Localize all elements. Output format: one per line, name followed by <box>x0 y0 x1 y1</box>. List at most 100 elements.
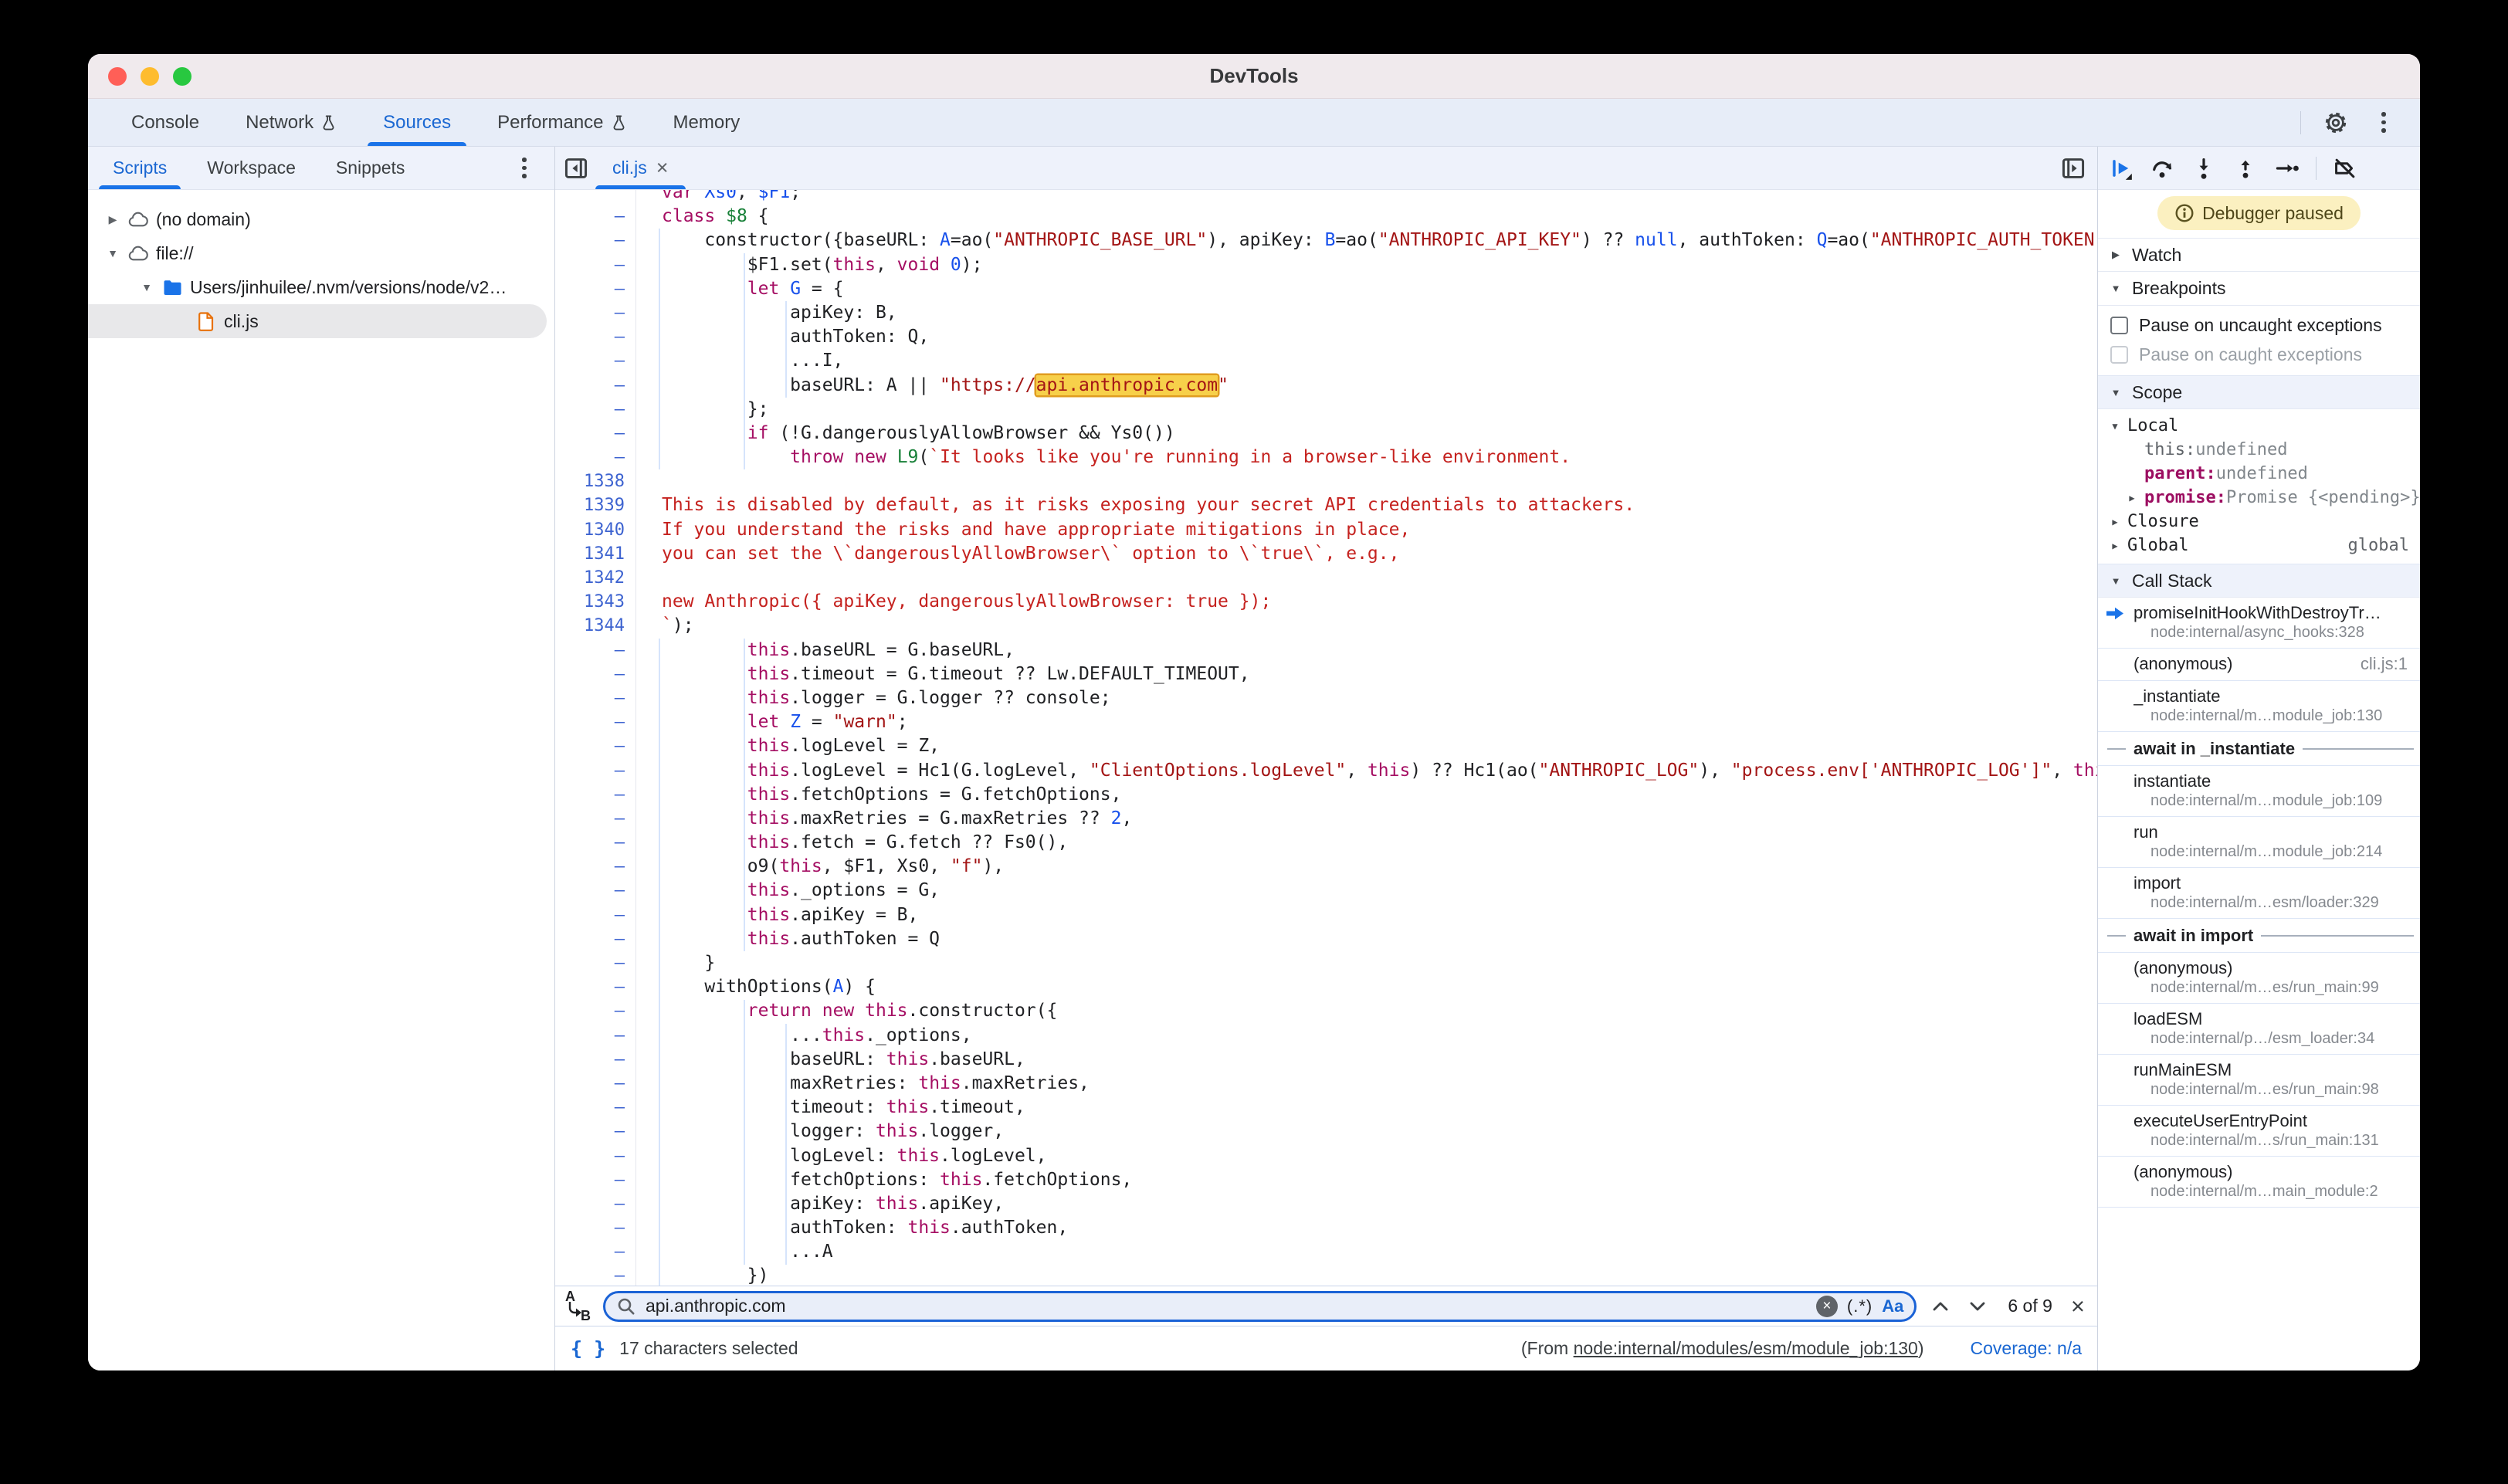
line-gutter[interactable]: – <box>555 1048 635 1072</box>
code-text[interactable]: apiKey: B, <box>635 301 897 325</box>
code-line[interactable]: – constructor({baseURL: A=ao("ANTHROPIC_… <box>555 229 2097 252</box>
line-gutter[interactable]: – <box>555 1096 635 1120</box>
line-gutter[interactable]: – <box>555 734 635 758</box>
code-line[interactable]: 1341you can set the \`dangerouslyAllowBr… <box>555 542 2097 566</box>
line-gutter[interactable]: 1340 <box>555 518 635 542</box>
line-gutter[interactable]: – <box>555 374 635 398</box>
line-gutter[interactable]: – <box>555 1168 635 1192</box>
code-line[interactable]: 1343new Anthropic({ apiKey, dangerouslyA… <box>555 590 2097 614</box>
code-line[interactable]: – this.baseURL = G.baseURL, <box>555 639 2097 662</box>
search-input[interactable] <box>646 1296 1807 1316</box>
code-text[interactable]: `); <box>635 614 694 638</box>
code-line[interactable]: – apiKey: this.apiKey, <box>555 1192 2097 1216</box>
call-stack-frame[interactable]: runnode:internal/m…module_job:214 <box>2098 817 2420 868</box>
line-gutter[interactable]: – <box>555 710 635 734</box>
code-text[interactable]: let Z = "warn"; <box>635 710 908 734</box>
breakpoint-toggle-row[interactable]: Pause on uncaught exceptions <box>2098 310 2420 340</box>
tab-snippets[interactable]: Snippets <box>316 147 425 189</box>
line-gutter[interactable]: – <box>555 783 635 807</box>
code-line[interactable]: – this.fetchOptions = G.fetchOptions, <box>555 783 2097 807</box>
line-gutter[interactable]: 1342 <box>555 566 635 590</box>
section-breakpoints[interactable]: ▼ Breakpoints <box>2098 272 2420 306</box>
line-gutter[interactable]: 1339 <box>555 493 635 517</box>
code-text[interactable]: constructor({baseURL: A=ao("ANTHROPIC_BA… <box>635 229 2097 252</box>
code-text[interactable]: authToken: this.authToken, <box>635 1216 1068 1240</box>
code-text[interactable]: authToken: Q, <box>635 325 929 349</box>
close-tab-icon[interactable]: × <box>656 158 669 178</box>
call-stack-frame[interactable]: promiseInitHookWithDestroyTr…node:intern… <box>2098 598 2420 649</box>
code-line[interactable]: – fetchOptions: this.fetchOptions, <box>555 1168 2097 1192</box>
line-gutter[interactable]: – <box>555 831 635 855</box>
code-line[interactable]: – logger: this.logger, <box>555 1120 2097 1143</box>
zoom-window-button[interactable] <box>173 67 191 86</box>
code-text[interactable] <box>635 469 662 493</box>
tab-network[interactable]: Network <box>222 99 360 146</box>
line-gutter[interactable]: 1343 <box>555 590 635 614</box>
code-text[interactable] <box>635 566 662 590</box>
previous-match-button[interactable] <box>1927 1293 1954 1320</box>
disclosure-arrow-icon[interactable]: ▶ <box>102 213 124 226</box>
code-text[interactable]: withOptions(A) { <box>635 975 876 999</box>
disclosure-arrow-icon[interactable]: ▼ <box>136 281 158 293</box>
line-gutter[interactable]: – <box>555 662 635 686</box>
code-text[interactable]: class $8 { <box>635 205 769 229</box>
line-gutter[interactable]: 1338 <box>555 469 635 493</box>
section-call-stack[interactable]: ▼ Call Stack <box>2098 564 2420 598</box>
line-gutter[interactable]: – <box>555 253 635 277</box>
line-gutter[interactable]: – <box>555 1192 635 1216</box>
code-text[interactable]: o9(this, $F1, Xs0, "f"), <box>635 855 1004 879</box>
line-gutter[interactable] <box>555 190 635 205</box>
code-line[interactable]: 1342 <box>555 566 2097 590</box>
editor-tab-clijs[interactable]: cli.js × <box>594 147 687 189</box>
code-text[interactable]: throw new L9(`It looks like you're runni… <box>635 446 1571 469</box>
code-text[interactable]: this.timeout = G.timeout ?? Lw.DEFAULT_T… <box>635 662 1250 686</box>
code-editor[interactable]: var Xs0, $F1;–class $8 {– constructor({b… <box>555 190 2097 1286</box>
tab-workspace[interactable]: Workspace <box>187 147 316 189</box>
code-line[interactable]: – logLevel: this.logLevel, <box>555 1144 2097 1168</box>
scope-group[interactable]: ▶Closure <box>2098 510 2420 534</box>
code-text[interactable]: If you understand the risks and have app… <box>635 518 1410 542</box>
code-line[interactable]: – authToken: Q, <box>555 325 2097 349</box>
clear-search-button[interactable]: × <box>1816 1296 1838 1317</box>
code-text[interactable]: maxRetries: this.maxRetries, <box>635 1072 1090 1096</box>
code-line[interactable]: – ...A <box>555 1240 2097 1264</box>
breakpoint-toggle-row[interactable]: Pause on caught exceptions <box>2098 340 2420 369</box>
pretty-print-button[interactable]: { } <box>571 1337 605 1360</box>
scope-group[interactable]: ▼Local <box>2098 414 2420 438</box>
call-stack-frame[interactable]: executeUserEntryPointnode:internal/m…s/r… <box>2098 1106 2420 1157</box>
code-line[interactable]: – this.logLevel = Z, <box>555 734 2097 758</box>
code-text[interactable]: ...this._options, <box>635 1024 972 1048</box>
code-text[interactable]: this.baseURL = G.baseURL, <box>635 639 1015 662</box>
step-into-button[interactable] <box>2191 155 2217 181</box>
code-text[interactable]: apiKey: this.apiKey, <box>635 1192 1004 1216</box>
code-line[interactable]: – this.logLevel = Hc1(G.logLevel, "Clien… <box>555 759 2097 783</box>
toggle-debugger-sidebar-button[interactable] <box>2060 155 2086 181</box>
code-line[interactable]: – baseURL: this.baseURL, <box>555 1048 2097 1072</box>
line-gutter[interactable]: 1344 <box>555 614 635 638</box>
code-line[interactable]: – this.logger = G.logger ?? console; <box>555 686 2097 710</box>
code-line[interactable]: – this.fetch = G.fetch ?? Fs0(), <box>555 831 2097 855</box>
code-line[interactable]: – this.authToken = Q <box>555 927 2097 951</box>
code-text[interactable]: timeout: this.timeout, <box>635 1096 1025 1120</box>
line-gutter[interactable]: – <box>555 639 635 662</box>
code-line[interactable]: – apiKey: B, <box>555 301 2097 325</box>
code-line[interactable]: var Xs0, $F1; <box>555 190 2097 205</box>
code-line[interactable]: – ...this._options, <box>555 1024 2097 1048</box>
close-window-button[interactable] <box>108 67 127 86</box>
code-text[interactable]: baseURL: this.baseURL, <box>635 1048 1025 1072</box>
settings-button[interactable] <box>2323 110 2349 136</box>
coverage-link[interactable]: Coverage: n/a <box>1971 1338 2082 1359</box>
code-text[interactable]: $F1.set(this, void 0); <box>635 253 982 277</box>
call-stack-frame[interactable]: _instantiatenode:internal/m…module_job:1… <box>2098 681 2420 732</box>
code-text[interactable]: this.apiKey = B, <box>635 903 918 927</box>
line-gutter[interactable]: – <box>555 349 635 373</box>
line-gutter[interactable]: – <box>555 999 635 1023</box>
line-gutter[interactable]: – <box>555 951 635 975</box>
line-gutter[interactable]: – <box>555 1216 635 1240</box>
code-text[interactable]: var Xs0, $F1; <box>635 190 801 205</box>
call-stack-frame[interactable]: (anonymous)node:internal/m…main_module:2 <box>2098 1157 2420 1208</box>
line-gutter[interactable]: – <box>555 301 635 325</box>
checkbox[interactable] <box>2110 346 2128 364</box>
line-gutter[interactable]: – <box>555 1120 635 1143</box>
code-text[interactable]: return new this.constructor({ <box>635 999 1057 1023</box>
